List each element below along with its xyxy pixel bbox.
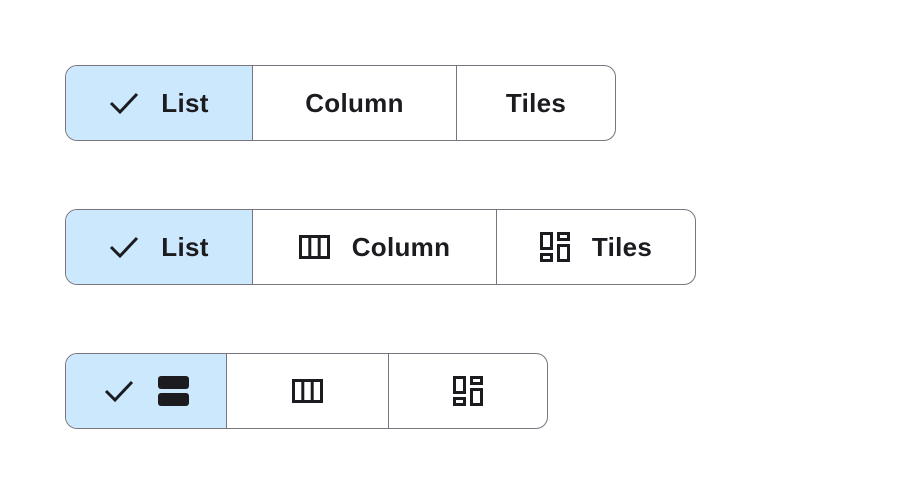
segment-column[interactable]: Column — [252, 210, 496, 284]
view-column-icon — [292, 379, 323, 403]
segment-tiles[interactable]: Tiles — [456, 66, 615, 140]
segment-label: Tiles — [591, 231, 653, 262]
segmented-button-icon-only — [65, 353, 548, 429]
segment-label: List — [161, 87, 209, 118]
segment-label: Tiles — [505, 87, 567, 118]
segment-list[interactable]: List — [66, 66, 252, 140]
check-icon — [104, 379, 134, 403]
segment-label: Column — [305, 87, 404, 118]
segment-column[interactable] — [226, 354, 388, 428]
segment-list[interactable] — [66, 354, 226, 428]
segment-tiles[interactable]: Tiles — [496, 210, 695, 284]
segment-label: List — [161, 231, 209, 262]
segmented-button-text: List Column Tiles — [65, 65, 616, 141]
view-tiles-icon — [453, 376, 483, 406]
segment-label: Column — [351, 231, 451, 262]
view-tiles-icon — [539, 232, 570, 262]
segment-list[interactable]: List — [66, 210, 252, 284]
check-icon — [109, 91, 139, 115]
segment-column[interactable]: Column — [252, 66, 456, 140]
view-list-icon — [157, 376, 189, 406]
check-icon — [109, 235, 139, 259]
segment-tiles[interactable] — [388, 354, 547, 428]
view-column-icon — [298, 235, 330, 259]
segmented-button-icon-text: List Column Tiles — [65, 209, 696, 285]
